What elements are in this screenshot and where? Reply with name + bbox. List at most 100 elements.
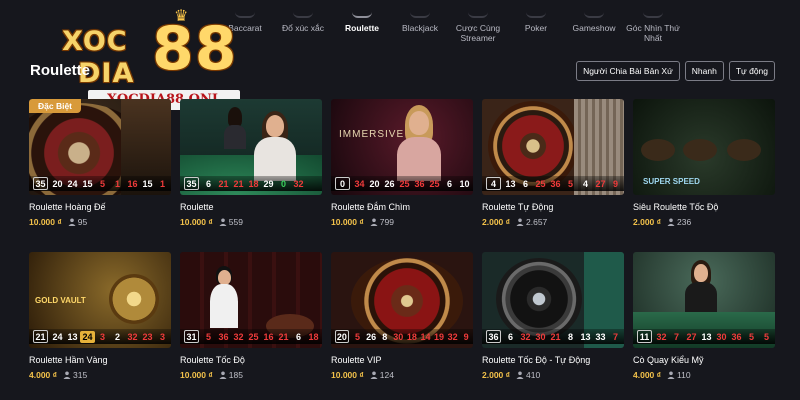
game-title[interactable]: Siêu Roulette Tốc Độ (633, 202, 718, 212)
user-icon (516, 218, 524, 226)
game-thumbnail[interactable]: 31 5 36 32 25 16 21 6 18 (180, 252, 322, 348)
result-number: 32 (127, 331, 138, 342)
result-number: 7 (612, 331, 618, 342)
result-number: 30 (393, 331, 404, 342)
category-icon (468, 2, 488, 18)
filter-fast-button[interactable]: Nhanh (684, 61, 724, 81)
logo-text-xoc: XOC (62, 26, 128, 57)
nav-tab-7[interactable]: Góc Nhìn Thứ Nhất (624, 0, 682, 43)
game-card[interactable]: 36 6 32 30 21 8 13 33 7 Roulette Tốc Độ - Tự Động… (482, 252, 624, 387)
result-number: 35 (184, 177, 199, 190)
user-icon (219, 371, 227, 379)
result-number: 27 (595, 178, 606, 189)
user-icon (667, 218, 675, 226)
nav-tab-5[interactable]: Poker (507, 0, 565, 33)
game-card[interactable]: 11 32 7 27 13 30 36 5 5 Cò Quay Kiểu Mỹ 4.000 ₫ 110 (633, 252, 775, 387)
result-number: 26 (366, 331, 377, 342)
player-count: 559 (228, 217, 243, 227)
min-bet: 2.000 ₫ (482, 370, 510, 380)
logo-text-88: 88 (152, 14, 238, 84)
result-number: 16 (127, 178, 138, 189)
nav-tab-label: Poker (524, 23, 548, 33)
user-icon (516, 371, 524, 379)
game-card[interactable]: IMMERSIVE 0 34 20 26 25 36 25 6 10 Roulette Đắm C… (331, 99, 473, 234)
game-thumbnail[interactable]: IMMERSIVE 0 34 20 26 25 36 25 6 10 (331, 99, 473, 195)
category-icon (643, 2, 663, 18)
recent-results: 0 34 20 26 25 36 25 6 10 (331, 176, 473, 191)
game-card[interactable]: 31 5 36 32 25 16 21 6 18 Roulette Tốc Độ 10.000 ₫ 1… (180, 252, 322, 387)
result-number: 0 (335, 177, 350, 190)
game-card[interactable]: 35 6 21 21 18 29 0 32 Roulette 10.000 ₫ 559 (180, 99, 322, 234)
nav-tab-3[interactable]: Blackjack (391, 0, 449, 33)
filter-native-dealer-button[interactable]: Người Chia Bài Bản Xứ (576, 61, 680, 81)
game-meta: 10.000 ₫ 95 (29, 217, 87, 227)
game-title[interactable]: Roulette Tốc Độ (180, 355, 245, 365)
nav-tab-1[interactable]: Đổ xúc xắc (274, 0, 332, 33)
game-card[interactable]: Đặc Biệt 35 20 24 15 5 1 16 15 1 Roulette Hoàng Đế… (29, 99, 171, 234)
result-number: 16 (263, 331, 274, 342)
game-thumbnail[interactable]: 35 6 21 21 18 29 0 32 (180, 99, 322, 195)
nav-tab-label: Cược Cùng Streamer (455, 23, 501, 43)
result-number: 5 (205, 331, 211, 342)
result-number: 29 (263, 178, 274, 189)
game-thumbnail[interactable]: 20 5 26 8 30 18 14 19 32 9 (331, 252, 473, 348)
result-number: 18 (248, 178, 259, 189)
user-icon (68, 218, 76, 226)
game-card[interactable]: GOLD VAULT 21 24 13 24 3 2 32 23 3 Roulette Hầm Và… (29, 252, 171, 387)
result-number: 6 (522, 178, 528, 189)
result-number: 3 (159, 331, 165, 342)
min-bet: 10.000 ₫ (180, 217, 213, 227)
game-card[interactable]: 20 5 26 8 30 18 14 19 32 9 Roulette VIP 10.000 ₫ 124 (331, 252, 473, 387)
game-title[interactable]: Cò Quay Kiểu Mỹ (633, 355, 704, 365)
game-meta: 4.000 ₫ 315 (29, 370, 87, 380)
result-number: 13 (701, 331, 712, 342)
game-thumbnail[interactable]: 36 6 32 30 21 8 13 33 7 (482, 252, 624, 348)
result-number: 19 (434, 331, 445, 342)
player-count: 410 (526, 370, 541, 380)
game-title[interactable]: Roulette Hoàng Đế (29, 202, 106, 212)
game-thumbnail[interactable]: 4 13 6 25 36 5 4 27 9 (482, 99, 624, 195)
game-title[interactable]: Roulette Hầm Vàng (29, 355, 108, 365)
game-thumbnail[interactable]: Đặc Biệt 35 20 24 15 5 1 16 15 1 (29, 99, 171, 195)
game-meta: 2.000 ₫ 236 (633, 217, 691, 227)
nav-tab-label: Góc Nhìn Thứ Nhất (626, 23, 680, 43)
nav-tab-6[interactable]: Gameshow (565, 0, 623, 33)
game-thumbnail[interactable]: 11 32 7 27 13 30 36 5 5 (633, 252, 775, 348)
result-number: 13 (67, 331, 78, 342)
result-number: 9 (612, 178, 618, 189)
user-icon (63, 371, 71, 379)
result-number: 6 (295, 331, 301, 342)
result-number: 14 (420, 331, 431, 342)
game-thumbnail[interactable]: GOLD VAULT 21 24 13 24 3 2 32 23 3 (29, 252, 171, 348)
nav-tab-2[interactable]: Roulette (333, 0, 391, 33)
recent-results: 31 5 36 32 25 16 21 6 18 (180, 329, 322, 344)
nav-tab-4[interactable]: Cược Cùng Streamer (449, 0, 507, 43)
game-title[interactable]: Roulette VIP (331, 355, 382, 365)
result-number: 11 (637, 330, 652, 343)
game-title[interactable]: Roulette Đắm Chìm (331, 202, 410, 212)
xocdia88-logo[interactable]: ♛ XOC DIA 88 XOCDIA88.ONL (60, 8, 244, 110)
user-icon (370, 371, 378, 379)
game-title[interactable]: Roulette Tốc Độ - Tự Động (482, 355, 590, 365)
result-number: 32 (447, 331, 458, 342)
result-number: 27 (686, 331, 697, 342)
result-number: 23 (142, 331, 153, 342)
result-number: 5 (355, 331, 361, 342)
min-bet: 10.000 ₫ (331, 370, 364, 380)
game-card[interactable]: SUPER SPEED Siêu Roulette Tốc Độ 2.000 ₫ 23… (633, 99, 775, 234)
game-thumbnail[interactable]: SUPER SPEED (633, 99, 775, 195)
game-meta: 2.000 ₫ 2.657 (482, 217, 547, 227)
result-number: 32 (656, 331, 667, 342)
game-meta: 10.000 ₫ 799 (331, 217, 394, 227)
result-number: 5 (748, 331, 754, 342)
game-title[interactable]: Roulette Tự Động (482, 202, 553, 212)
game-title[interactable]: Roulette (180, 202, 214, 212)
result-number: 20 (369, 178, 380, 189)
result-number: 24 (52, 331, 63, 342)
result-number: 30 (535, 331, 546, 342)
result-number: 36 (731, 331, 742, 342)
game-card[interactable]: 4 13 6 25 36 5 4 27 9 Roulette Tự Động 2.000 ₫ 2.65… (482, 99, 624, 234)
result-number: 13 (580, 331, 591, 342)
filter-auto-button[interactable]: Tự động (728, 61, 775, 81)
min-bet: 2.000 ₫ (482, 217, 510, 227)
